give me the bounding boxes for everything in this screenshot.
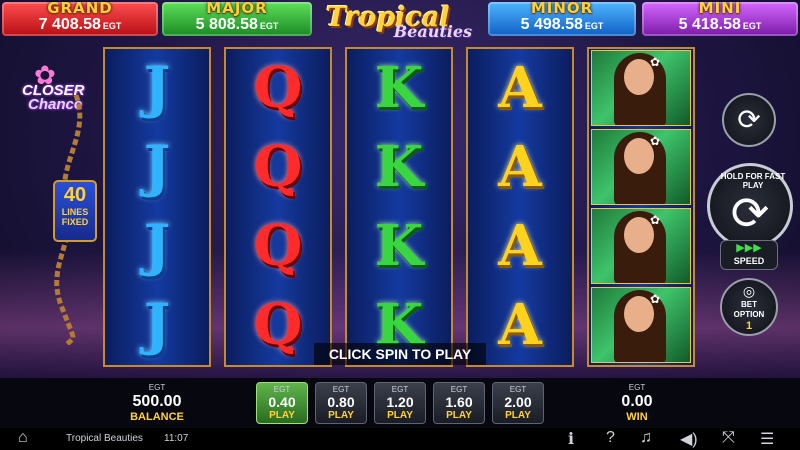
reel-4: A A A A [466, 47, 574, 367]
bet-button-0-40[interactable]: EGT 0.40 PLAY [256, 382, 308, 424]
click-spin-message: CLICK SPIN TO PLAY [314, 343, 486, 365]
sound-icon[interactable]: ◀) [680, 429, 698, 449]
bet-button-1-20[interactable]: EGT 1.20 PLAY [374, 382, 426, 424]
jackpot-minor-amount: 5 498.58 EGT [488, 16, 636, 34]
win-display: EGT 0.00 WIN [592, 383, 682, 423]
game-logo: Tropical Beauties [322, 2, 472, 42]
speed-button[interactable]: ▶▶▶ SPEED [720, 240, 778, 270]
lines-count: 40 [63, 184, 87, 206]
bet-value: 1.20 [386, 394, 414, 410]
home-icon[interactable]: ⌂ [18, 429, 28, 447]
speed-label: SPEED [733, 256, 765, 266]
bet-value: 2.00 [504, 394, 532, 410]
win-label: WIN [626, 411, 648, 423]
status-bar: ⌂ Tropical Beauties 11:07 i ? ♫ ◀) ⤧ ☰ [0, 428, 800, 450]
bet-option-label-1: BET [741, 300, 757, 309]
jackpot-major-value: 5 808.58 [195, 16, 258, 33]
autoplay-icon: ⟳ [737, 104, 761, 135]
balance-display: EGT 500.00 BALANCE [112, 383, 202, 423]
fast-forward-icon: ▶▶▶ [736, 242, 762, 254]
lines-fixed-badge: 40 LINES FIXED [53, 180, 97, 242]
flower-icon: ✿ [650, 292, 661, 306]
bet-value: 0.40 [268, 394, 296, 410]
coins-icon: ◎ [742, 283, 756, 299]
balance-value: 500.00 [132, 393, 182, 410]
help-icon[interactable]: ? [606, 429, 615, 447]
jackpot-major-amount: 5 808.58 EGT [162, 16, 312, 34]
bet-button-2-00[interactable]: EGT 2.00 PLAY [492, 382, 544, 424]
balance-unit: EGT [148, 383, 166, 392]
reel-symbol: Q [253, 213, 303, 279]
jackpot-grand-value: 7 408.58 [38, 16, 101, 33]
bet-value: 0.80 [327, 394, 355, 410]
reel-3: K K K K [345, 47, 453, 367]
wild-beauty-symbol: ✿ [591, 50, 691, 126]
jackpot-mini-title: MINI [698, 0, 742, 17]
bet-label: PLAY [269, 410, 295, 421]
reel-symbol: K [374, 134, 424, 200]
bet-label: PLAY [505, 410, 531, 421]
reel-symbol: A [498, 55, 542, 121]
reel-1: J J J J [103, 47, 211, 367]
jackpot-grand-amount: 7 408.58 EGT [2, 16, 158, 34]
menu-icon[interactable]: ☰ [760, 429, 774, 449]
reel-symbol: J [143, 134, 171, 200]
bet-label: PLAY [446, 410, 472, 421]
lines-label: LINES [61, 207, 89, 217]
jackpot-mini-amount: 5 418.58 EGT [642, 16, 798, 34]
reel-symbol: Q [253, 134, 303, 200]
win-value: 0.00 [621, 393, 653, 410]
jackpot-grand: GRAND 7 408.58 EGT [2, 0, 158, 36]
jackpot-minor-value: 5 498.58 [520, 16, 583, 33]
bet-option-value: 1 [745, 320, 753, 332]
fullscreen-icon[interactable]: ⤧ [722, 429, 735, 447]
win-unit: EGT [628, 383, 646, 392]
reel-symbol: A [498, 213, 542, 279]
reel-symbol: J [143, 292, 171, 358]
reel-symbol: K [374, 55, 424, 121]
bet-option-button[interactable]: ◎ BET OPTION 1 [720, 278, 778, 336]
jackpot-mini-value: 5 418.58 [678, 16, 741, 33]
reel-5: ✿ ✿ ✿ ✿ [587, 47, 695, 367]
reel-symbol: A [498, 134, 542, 200]
logo-line-2: Beauties [393, 22, 472, 41]
jackpot-minor-unit: EGT [584, 21, 604, 31]
balance-label: BALANCE [130, 411, 184, 423]
flower-icon: ✿ [650, 55, 661, 69]
reel-symbol: Q [253, 55, 303, 121]
autoplay-button[interactable]: ⟳ [722, 93, 776, 147]
reel-symbol: K [374, 213, 424, 279]
reel-symbol: J [143, 55, 171, 121]
wild-beauty-symbol: ✿ [591, 208, 691, 284]
jackpot-minor: MINOR 5 498.58 EGT [488, 0, 636, 36]
spin-icon: ⟳ [730, 187, 770, 239]
jackpot-major-title: MAJOR [206, 0, 268, 17]
music-icon[interactable]: ♫ [640, 429, 652, 447]
flower-icon: ✿ [650, 134, 661, 148]
jackpot-major-unit: EGT [259, 21, 279, 31]
wild-beauty-symbol: ✿ [591, 287, 691, 363]
flower-icon: ✿ [650, 213, 661, 227]
info-icon[interactable]: i [568, 429, 574, 448]
jackpot-mini: MINI 5 418.58 EGT [642, 0, 798, 36]
bet-option-label-2: OPTION [733, 310, 765, 319]
bet-button-1-60[interactable]: EGT 1.60 PLAY [433, 382, 485, 424]
game-title: Tropical Beauties [66, 433, 143, 444]
bet-label: PLAY [328, 410, 354, 421]
spin-button[interactable]: HOLD FOR FAST PLAY ⟳ [707, 163, 793, 249]
jackpot-grand-title: GRAND [47, 0, 113, 17]
jackpot-mini-unit: EGT [742, 21, 762, 31]
reel-symbol: J [143, 213, 171, 279]
lines-fixed-label: FIXED [61, 217, 89, 227]
bet-value: 1.60 [445, 394, 473, 410]
jackpot-grand-unit: EGT [102, 21, 122, 31]
wild-beauty-symbol: ✿ [591, 129, 691, 205]
clock: 11:07 [164, 433, 189, 444]
jackpot-major: MAJOR 5 808.58 EGT [162, 0, 312, 36]
bet-button-0-80[interactable]: EGT 0.80 PLAY [315, 382, 367, 424]
bet-label: PLAY [387, 410, 413, 421]
reel-2: Q Q Q Q [224, 47, 332, 367]
jackpot-minor-title: MINOR [530, 0, 594, 17]
